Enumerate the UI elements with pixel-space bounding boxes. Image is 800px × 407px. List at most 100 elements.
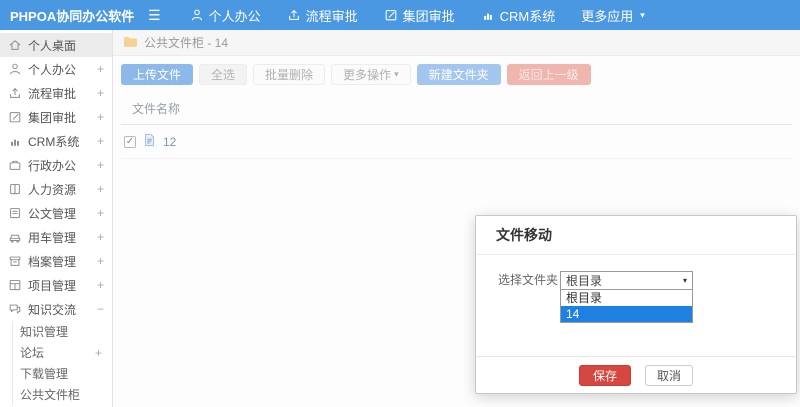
sidebar-item-personal-office[interactable]: 个人办公 +: [0, 57, 112, 81]
home-icon: [8, 38, 22, 52]
file-name: 12: [163, 134, 177, 149]
dialog-body: 选择文件夹 根目录 ▾ 根目录 14: [476, 255, 796, 356]
nav-item-label: 更多应用: [581, 8, 634, 24]
select-folder-label: 选择文件夹: [498, 273, 559, 287]
sidebar-subitem-knowledge-management[interactable]: 知识管理: [13, 321, 112, 342]
document-icon: [8, 206, 22, 220]
sidebar-subitem-label: 公共文件柜: [20, 388, 81, 402]
expand-plus-icon[interactable]: +: [95, 346, 102, 360]
sidebar-item-group-approval[interactable]: 集团审批 +: [0, 105, 112, 129]
folder-select[interactable]: 根目录 ▾: [560, 271, 693, 290]
sidebar-item-label: 集团审批: [28, 110, 77, 125]
breadcrumb-label: 公共文件柜 - 14: [144, 36, 229, 50]
nav-item-group-approval[interactable]: 集团审批: [384, 6, 455, 25]
dialog-footer: 保存 取消: [476, 356, 796, 393]
nav-item-label: 个人办公: [208, 8, 261, 24]
expand-plus-icon[interactable]: +: [97, 62, 104, 76]
caret-down-icon: ▾: [682, 276, 687, 285]
sidebar-item-label: 项目管理: [28, 278, 77, 293]
expand-plus-icon[interactable]: +: [97, 134, 104, 148]
user-icon: [8, 62, 22, 76]
bar-chart-icon: [481, 8, 495, 22]
expand-plus-icon[interactable]: +: [97, 206, 104, 220]
nav-item-personal-office[interactable]: 个人办公: [190, 6, 261, 25]
sidebar-item-archive-management[interactable]: 档案管理 +: [0, 249, 112, 273]
nav-item-label: CRM系统: [499, 8, 556, 24]
briefcase-icon: [8, 158, 22, 172]
sidebar-item-human-resources[interactable]: 人力资源 +: [0, 177, 112, 201]
expand-plus-icon[interactable]: +: [97, 254, 104, 268]
upload-file-button[interactable]: 上传文件: [121, 64, 194, 85]
breadcrumb: 公共文件柜 - 14: [113, 30, 800, 56]
sidebar-subitem-label: 知识管理: [20, 325, 69, 339]
more-actions-label: 更多操作: [343, 68, 392, 82]
sidebar-item-vehicle-management[interactable]: 用车管理 +: [0, 225, 112, 249]
option-14[interactable]: 14: [561, 306, 692, 322]
row-checkbox[interactable]: ✓: [124, 135, 136, 148]
new-folder-button[interactable]: 新建文件夹: [416, 64, 501, 85]
upload-icon: [287, 8, 301, 22]
caret-down-icon: ▾: [640, 9, 645, 20]
sidebar-item-label: 个人办公: [28, 62, 77, 77]
sidebar-item-document-management[interactable]: 公文管理 +: [0, 201, 112, 225]
car-icon: [8, 230, 22, 244]
expand-plus-icon[interactable]: +: [97, 182, 104, 196]
edit-icon: [8, 110, 22, 124]
sidebar-item-workflow-approval[interactable]: 流程审批 +: [0, 81, 112, 105]
sidebar-subitem-forum[interactable]: 论坛 +: [13, 342, 112, 363]
collapse-minus-icon[interactable]: −: [97, 302, 104, 316]
file-move-dialog: 文件移动 选择文件夹 根目录 ▾ 根目录 14 保存 取消: [475, 215, 797, 394]
caret-down-icon: ▾: [394, 69, 399, 79]
sidebar-item-label: 个人桌面: [28, 38, 77, 53]
folder-icon: [123, 35, 138, 51]
sidebar-item-label: CRM系统: [28, 134, 80, 149]
app-logo: PHPOA协同办公软件: [10, 8, 135, 24]
sidebar-subitem-public-file-cabinet[interactable]: 公共文件柜: [13, 384, 112, 405]
archive-icon: [8, 254, 22, 268]
save-button[interactable]: 保存: [578, 364, 631, 386]
sidebar: 个人桌面 个人办公 + 流程审批 + 集团审批 + CRM系统 + 行政办公 +: [0, 30, 113, 407]
sidebar-item-label: 行政办公: [28, 158, 77, 173]
folder-select-options: 根目录 14: [560, 290, 693, 323]
sidebar-item-label: 知识交流: [28, 302, 77, 317]
expand-plus-icon[interactable]: +: [97, 230, 104, 244]
cancel-button[interactable]: 取消: [645, 364, 694, 386]
sidebar-item-personal-desktop[interactable]: 个人桌面: [0, 33, 112, 57]
more-actions-button[interactable]: 更多操作 ▾: [331, 64, 411, 85]
nav-item-label: 集团审批: [402, 8, 455, 24]
back-up-level-button[interactable]: 返回上一级: [506, 64, 591, 85]
book-icon: [8, 182, 22, 196]
select-all-button[interactable]: 全选: [199, 64, 248, 85]
sidebar-item-label: 人力资源: [28, 182, 77, 197]
user-icon: [190, 8, 204, 22]
expand-plus-icon[interactable]: +: [97, 278, 104, 292]
expand-plus-icon[interactable]: +: [97, 158, 104, 172]
dialog-title: 文件移动: [476, 216, 796, 255]
expand-plus-icon[interactable]: +: [97, 110, 104, 124]
knowledge-submenu: 知识管理 论坛 + 下载管理 公共文件柜: [12, 321, 112, 405]
sidebar-item-administration[interactable]: 行政办公 +: [0, 153, 112, 177]
expand-plus-icon[interactable]: +: [97, 86, 104, 100]
toolbar: 上传文件 全选 批量删除 更多操作 ▾ 新建文件夹 返回上一级: [113, 56, 800, 92]
hamburger-menu-icon[interactable]: ☰: [148, 7, 161, 24]
project-icon: [8, 278, 22, 292]
sidebar-item-knowledge-exchange[interactable]: 知识交流 −: [0, 297, 112, 321]
sidebar-subitem-download-management[interactable]: 下载管理: [13, 363, 112, 384]
table-row[interactable]: ✓ 12: [121, 125, 792, 159]
edit-icon: [384, 8, 398, 22]
batch-delete-button[interactable]: 批量删除: [253, 64, 326, 85]
upload-icon: [8, 86, 22, 100]
file-icon: [143, 133, 156, 150]
sidebar-item-label: 档案管理: [28, 254, 77, 269]
nav-item-more-apps[interactable]: 更多应用 ▾: [581, 6, 645, 25]
nav-item-workflow-approval[interactable]: 流程审批: [287, 6, 358, 25]
top-navbar: PHPOA协同办公软件 ☰ 个人办公 流程审批 集团审批 CRM系统 更多应用 …: [0, 0, 800, 30]
nav-item-label: 流程审批: [305, 8, 358, 24]
nav-item-crm-system[interactable]: CRM系统: [481, 6, 556, 25]
bar-chart-icon: [8, 134, 22, 148]
sidebar-item-project-management[interactable]: 项目管理 +: [0, 273, 112, 297]
sidebar-item-label: 用车管理: [28, 230, 77, 245]
sidebar-item-crm-system[interactable]: CRM系统 +: [0, 129, 112, 153]
option-root-directory[interactable]: 根目录: [561, 290, 692, 306]
sidebar-subitem-label: 下载管理: [20, 367, 69, 381]
